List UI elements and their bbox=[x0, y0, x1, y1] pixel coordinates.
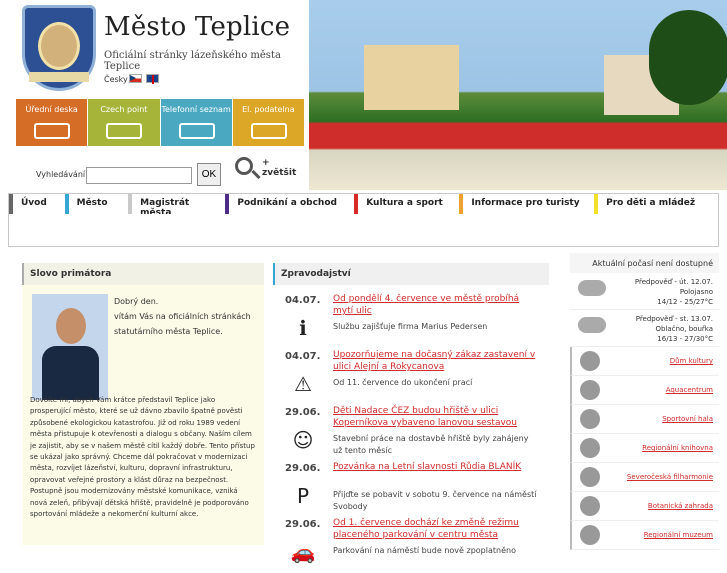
phone-directory-button[interactable]: Telefonní seznam bbox=[160, 99, 232, 146]
service-philharmonic[interactable]: Severočeská filharmonie bbox=[570, 463, 719, 492]
news-item: 04.07. ℹ Od pondělí 4. července ve městě p… bbox=[285, 294, 520, 340]
main-navigation: Úvod Město Magistrát města Podnikání a o… bbox=[8, 193, 719, 218]
theater-icon bbox=[580, 351, 600, 371]
info-icon: ℹ bbox=[299, 316, 307, 340]
magnifier-icon bbox=[235, 157, 253, 175]
quick-links: Úřední deska Czech point Telefonní sezna… bbox=[16, 99, 304, 146]
news-box: Zpravodajství 04.07. ℹ Od pondělí 4. červe… bbox=[273, 263, 549, 564]
forecast-item: Předpověď - út. 12.07. Polojasno 14/12 - 2… bbox=[570, 273, 719, 310]
service-sports-hall[interactable]: Sportovní hala bbox=[570, 405, 719, 434]
czech-point-button[interactable]: Czech point bbox=[88, 99, 160, 146]
museum-icon bbox=[580, 525, 600, 545]
mayor-text: Dovolte mi, abych Vám krátce představil … bbox=[30, 396, 255, 519]
czech-flag-icon[interactable] bbox=[129, 74, 142, 83]
cloud-icon bbox=[578, 317, 606, 333]
nav-city[interactable]: Město bbox=[64, 194, 129, 214]
flower-icon bbox=[580, 496, 600, 516]
car-icon: 🚗 bbox=[290, 540, 316, 564]
at-icon bbox=[250, 123, 287, 139]
nav-culture-sport[interactable]: Kultura a sport bbox=[354, 194, 459, 214]
parking-icon: P bbox=[296, 484, 310, 508]
e-filing-button[interactable]: El. podatelna bbox=[232, 99, 304, 146]
service-culture-house[interactable]: Dům kultury bbox=[570, 347, 719, 376]
warning-icon: ⚠ bbox=[294, 372, 312, 396]
city-photo bbox=[309, 0, 727, 190]
ball-icon bbox=[580, 409, 600, 429]
news-item: 29.06. P Pozvánka na Letní slavnosti Růdia… bbox=[285, 462, 537, 511]
right-sidebar: Aktuální počasí není dostupné Předpověď … bbox=[570, 253, 719, 550]
phone-icon bbox=[178, 123, 215, 139]
news-item: 29.06. 🚗 Od 1. července dochází ke změně r… bbox=[285, 518, 519, 564]
service-museum[interactable]: Regionální muzeum bbox=[570, 521, 719, 550]
logo-area: Město Teplice Oficiální stránky lázeňské… bbox=[0, 0, 306, 97]
search-input[interactable] bbox=[86, 167, 192, 184]
cloud-icon bbox=[578, 280, 606, 296]
violin-icon bbox=[580, 467, 600, 487]
news-item: 04.07. ⚠ Upozorňujeme na dočasný zákaz zas… bbox=[285, 350, 536, 396]
nav-magistrate[interactable]: Magistrát města bbox=[128, 194, 225, 218]
book-icon bbox=[580, 438, 600, 458]
mayor-intro: Dobrý den. vítám Vás na oficiálních strán… bbox=[114, 297, 251, 336]
news-item: 29.06. ☺ Děti Nadace ČEZ budou hřiště v ul… bbox=[285, 406, 529, 455]
search-label: Vyhledávání: bbox=[36, 170, 88, 179]
news-list: 04.07. ℹ Od pondělí 4. července ve městě p… bbox=[273, 293, 549, 573]
nav-home[interactable]: Úvod bbox=[9, 194, 65, 214]
nav-children-youth[interactable]: Pro děti a mládež bbox=[594, 194, 718, 214]
mayor-box: Slovo primátora Dobrý den. vítám Vás na o… bbox=[22, 263, 264, 545]
weather-title: Aktuální počasí není dostupné bbox=[570, 253, 719, 273]
site-title: Město Teplice bbox=[104, 12, 291, 42]
nav-tourist-info[interactable]: Informace pro turisty bbox=[459, 194, 594, 214]
nav-business[interactable]: Podnikání a obchod bbox=[225, 194, 354, 214]
forecast-item: Předpověď - st. 13.07. Oblačno, bouřka 16/… bbox=[570, 310, 719, 347]
child-icon: ☺ bbox=[292, 428, 314, 452]
search-area: Vyhledávání: OK + zvětšit bbox=[16, 150, 304, 190]
service-botanical-garden[interactable]: Botanická zahrada bbox=[570, 492, 719, 521]
zoom-control[interactable]: + zvětšit bbox=[235, 156, 305, 184]
point-icon bbox=[106, 123, 143, 139]
mayor-title: Slovo primátora bbox=[22, 263, 264, 285]
news-title: Zpravodajství bbox=[273, 263, 549, 285]
octopus-icon bbox=[580, 380, 600, 400]
language-label[interactable]: Česky bbox=[104, 75, 128, 84]
service-library[interactable]: Regionální knihovna bbox=[570, 434, 719, 463]
english-flag-icon[interactable] bbox=[146, 74, 159, 84]
mayor-photo bbox=[32, 294, 108, 400]
document-icon bbox=[34, 123, 70, 139]
search-button[interactable]: OK bbox=[197, 163, 221, 186]
site-subtitle: Oficiální stránky lázeňského města Tepli… bbox=[104, 50, 281, 72]
nav-subband bbox=[8, 214, 719, 247]
official-board-button[interactable]: Úřední deska bbox=[16, 99, 88, 146]
service-aquacentrum[interactable]: Aquacentrum bbox=[570, 376, 719, 405]
city-crest-logo[interactable] bbox=[22, 5, 96, 91]
page-header: Město Teplice Oficiální stránky lázeňské… bbox=[0, 0, 727, 190]
